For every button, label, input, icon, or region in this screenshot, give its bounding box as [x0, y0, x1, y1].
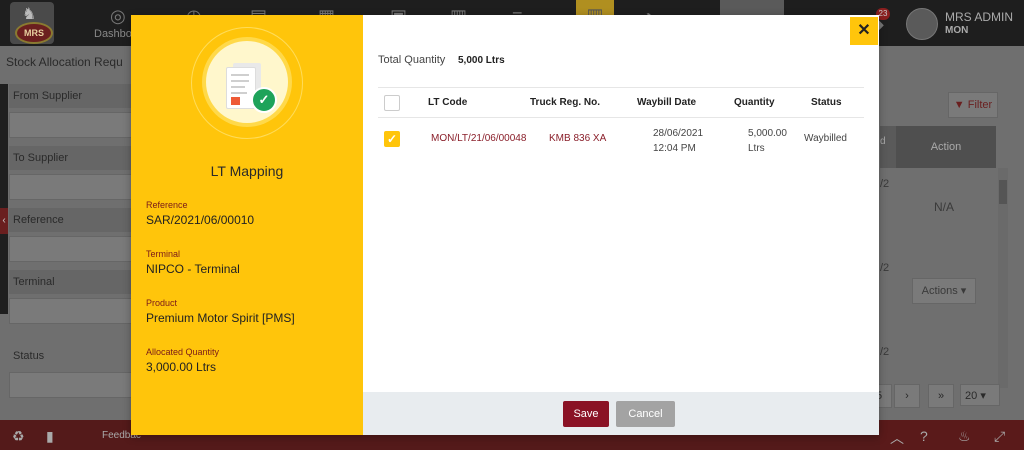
- modal-title: LT Mapping: [210, 163, 284, 179]
- user-name[interactable]: MRS ADMIN: [945, 10, 1013, 24]
- side-panel-handle[interactable]: [0, 84, 8, 314]
- scrollbar-thumb[interactable]: [999, 180, 1007, 204]
- quantity-unit: Ltrs: [748, 143, 765, 154]
- header-waybill-date: Waybill Date: [637, 97, 697, 108]
- product-label: Product: [146, 298, 178, 308]
- quantity-cell: 5,000.00 Ltrs: [748, 126, 787, 156]
- from-supplier-field[interactable]: [9, 112, 133, 138]
- doc-line: [231, 80, 249, 82]
- funnel-icon: ▼: [953, 99, 968, 111]
- reference-field[interactable]: [9, 236, 133, 262]
- row-fragment: /2: [880, 346, 890, 358]
- row-checkbox[interactable]: ✓: [384, 131, 400, 147]
- header-status: Status: [811, 97, 842, 108]
- chevron-left-icon[interactable]: ‹: [0, 208, 8, 234]
- header-quantity: Quantity: [734, 97, 775, 108]
- close-button[interactable]: ✕: [850, 17, 878, 45]
- table-header-cell: d: [880, 126, 896, 168]
- last-page-button[interactable]: »: [928, 384, 954, 408]
- header-lt-code: LT Code: [428, 97, 468, 108]
- close-icon: ✕: [857, 22, 871, 39]
- terminal-label: Terminal: [146, 249, 181, 259]
- na-value: N/A: [934, 200, 955, 214]
- truck-reg-link[interactable]: KMB 836 XA: [549, 133, 606, 144]
- chevron-down-icon: ▾: [980, 390, 986, 402]
- header-fragment: d: [880, 136, 886, 147]
- terminal-field[interactable]: [9, 298, 133, 324]
- status-field[interactable]: [9, 372, 133, 398]
- select-all-checkbox[interactable]: [384, 95, 400, 111]
- filter-label: Filter: [967, 99, 993, 111]
- terminal-value: NIPCO - Terminal: [146, 262, 240, 276]
- save-button[interactable]: Save: [563, 401, 609, 427]
- cancel-button[interactable]: Cancel: [616, 401, 675, 427]
- next-page-button[interactable]: ›: [894, 384, 920, 408]
- lt-code-link[interactable]: MON/LT/21/06/00048: [431, 133, 526, 144]
- to-supplier-field[interactable]: [9, 174, 133, 200]
- bookmark-icon[interactable]: ▮: [46, 428, 54, 445]
- quantity-value: 5,000.00: [748, 128, 787, 139]
- help-icon[interactable]: ?: [920, 428, 928, 444]
- allocated-quantity-value: 3,000.00 Ltrs: [146, 360, 217, 374]
- row-fragment: /2: [880, 262, 890, 274]
- page-size-select[interactable]: 20 ▾: [960, 384, 1000, 406]
- avatar[interactable]: [906, 8, 938, 40]
- status-cell: Waybilled: [804, 133, 847, 144]
- horse-logo-icon: ♞: [22, 6, 37, 23]
- doc-line: [231, 86, 245, 88]
- row-fragment: /2: [880, 178, 890, 190]
- app-logo[interactable]: ♞ MRS: [10, 2, 54, 44]
- terminal-label: Terminal: [13, 276, 55, 288]
- filter-form-panel: From Supplier To Supplier Reference Term…: [9, 84, 133, 420]
- actions-dropdown[interactable]: Actions ▾: [912, 278, 976, 304]
- total-quantity-value: 5,000 Ltrs: [458, 55, 505, 66]
- total-quantity-label: Total Quantity: [378, 54, 446, 66]
- page-size-value: 20: [965, 390, 978, 402]
- expand-icon[interactable]: ⤢: [994, 428, 1005, 445]
- action-column-header: Action: [896, 126, 996, 168]
- chevron-up-icon[interactable]: ︿: [890, 428, 904, 448]
- check-circle-icon: ✓: [251, 87, 277, 113]
- document-stamp-icon: [231, 97, 240, 105]
- reference-label: Reference: [146, 200, 188, 210]
- waybill-time: 12:04 PM: [653, 143, 696, 154]
- user-role: MON: [945, 25, 969, 36]
- recycle-icon[interactable]: ♻: [12, 428, 25, 445]
- reference-value: SAR/2021/06/00010: [146, 213, 255, 227]
- status-label: Status: [13, 350, 45, 362]
- to-supplier-label: To Supplier: [13, 152, 69, 164]
- waybill-date-cell: 28/06/2021 12:04 PM: [653, 126, 703, 156]
- waybill-date: 28/06/2021: [653, 128, 704, 139]
- nav-dashboard-label[interactable]: Dashbo: [94, 28, 132, 40]
- table-divider: [378, 87, 864, 88]
- table-divider: [378, 117, 864, 118]
- header-truck-reg-no: Truck Reg. No.: [530, 97, 601, 108]
- page-title: Stock Allocation Requ: [6, 55, 123, 69]
- from-supplier-label: From Supplier: [13, 90, 83, 102]
- allocated-quantity-label: Allocated Quantity: [146, 347, 220, 357]
- filter-button[interactable]: ▼ Filter: [948, 92, 998, 118]
- doc-line: [231, 74, 249, 76]
- dashboard-icon[interactable]: ◎: [110, 6, 126, 27]
- product-value: Premium Motor Spirit [PMS]: [146, 311, 295, 325]
- reference-label: Reference: [13, 214, 64, 226]
- doc-line: [231, 92, 247, 94]
- flame-icon[interactable]: ♨: [958, 428, 971, 445]
- logo-text: MRS: [15, 22, 53, 44]
